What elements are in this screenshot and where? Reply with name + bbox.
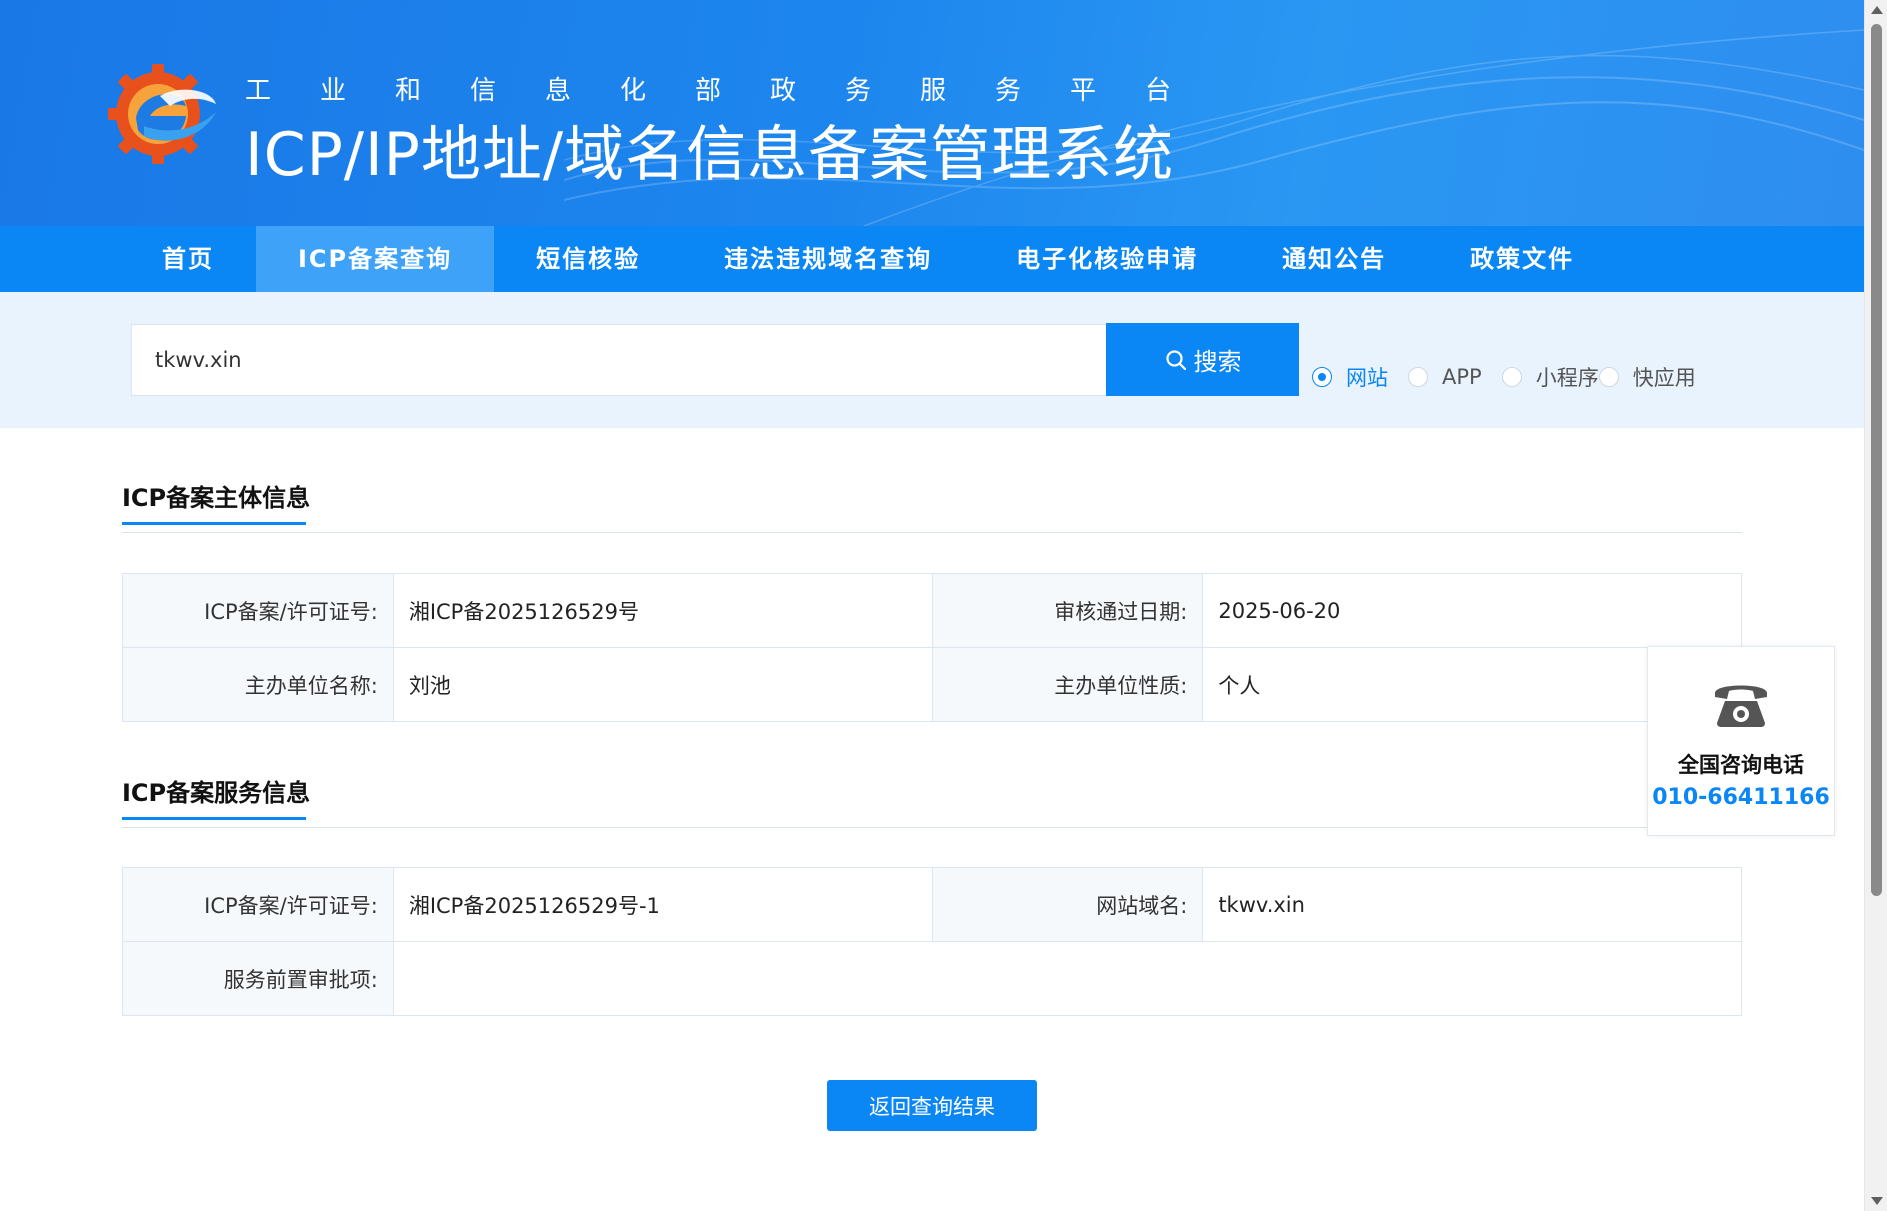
consult-hotline-panel[interactable]: 全国咨询电话 010-66411166 xyxy=(1647,646,1835,836)
radio-dot xyxy=(1312,367,1332,387)
scrollbar-thumb[interactable] xyxy=(1871,24,1882,896)
pre-approval-value xyxy=(392,941,1743,1016)
search-band: tkwv.xin 搜索 网站 APP 小程序 快应用 xyxy=(0,292,1864,428)
radio-dot xyxy=(1598,367,1619,387)
org-name-label: 主办单位名称: xyxy=(122,647,394,722)
nav-sms-verify[interactable]: 短信核验 xyxy=(494,226,682,292)
service-license-label: ICP备案/许可证号: xyxy=(122,867,394,942)
search-button-label: 搜索 xyxy=(1193,348,1242,376)
nav-notices[interactable]: 通知公告 xyxy=(1240,226,1428,292)
radio-quick-app[interactable]: 快应用 xyxy=(1598,362,1696,392)
scroll-down-arrow-icon[interactable] xyxy=(1871,1197,1883,1205)
radio-label: APP xyxy=(1442,365,1482,389)
nav-illegal-domain-query[interactable]: 违法违规域名查询 xyxy=(682,226,974,292)
domain-label: 网站域名: xyxy=(931,867,1204,942)
radio-website[interactable]: 网站 xyxy=(1312,362,1388,392)
radio-mini-program[interactable]: 小程序 xyxy=(1501,362,1599,392)
header-subtitle: 工业和信息化部政务服务平台 xyxy=(245,76,1221,106)
section-divider xyxy=(122,827,1742,828)
nav-home[interactable]: 首页 xyxy=(120,226,256,292)
approval-date-value: 2025-06-20 xyxy=(1202,573,1742,648)
consult-label: 全国咨询电话 xyxy=(1678,753,1804,777)
radio-app[interactable]: APP xyxy=(1408,365,1482,389)
phone-icon xyxy=(1715,685,1767,727)
org-name-value: 刘池 xyxy=(392,647,933,722)
miit-logo-icon xyxy=(108,64,216,164)
search-input[interactable]: tkwv.xin xyxy=(131,324,1107,396)
scroll-up-arrow-icon[interactable] xyxy=(1871,6,1883,14)
subject-info-title: ICP备案主体信息 xyxy=(122,478,311,525)
license-value: 湘ICP备2025126529号 xyxy=(392,573,933,648)
search-icon xyxy=(1165,349,1186,370)
back-to-results-button[interactable]: 返回查询结果 xyxy=(827,1080,1037,1131)
license-label: ICP备案/许可证号: xyxy=(122,573,394,648)
table-row: ICP备案/许可证号: 湘ICP备2025126529号-1 网站域名: tkw… xyxy=(122,867,1742,942)
service-info-title-text: ICP备案服务信息 xyxy=(122,779,311,807)
nav-icp-query[interactable]: ICP备案查询 xyxy=(256,226,495,292)
service-info-table: ICP备案/许可证号: 湘ICP备2025126529号-1 网站域名: tkw… xyxy=(122,867,1743,1016)
main-nav: 首页 ICP备案查询 短信核验 违法违规域名查询 电子化核验申请 通知公告 政策… xyxy=(0,226,1864,292)
service-info-title: ICP备案服务信息 xyxy=(122,773,311,820)
table-row: 主办单位名称: 刘池 主办单位性质: 个人 xyxy=(122,647,1742,722)
radio-dot xyxy=(1408,367,1428,387)
query-type-radio-group: 网站 APP 小程序 快应用 xyxy=(1312,362,1716,392)
nav-electronic-verify[interactable]: 电子化核验申请 xyxy=(974,226,1240,292)
title-underline xyxy=(122,817,306,820)
org-type-label: 主办单位性质: xyxy=(931,647,1204,722)
nav-policy-docs[interactable]: 政策文件 xyxy=(1428,226,1616,292)
subject-info-table: ICP备案/许可证号: 湘ICP备2025126529号 审核通过日期: 202… xyxy=(122,573,1742,722)
radio-dot xyxy=(1501,367,1522,387)
title-underline xyxy=(122,522,306,525)
pre-approval-label: 服务前置审批项: xyxy=(122,941,394,1016)
header-title: ICP/IP地址/域名信息备案管理系统 xyxy=(245,120,1175,190)
vertical-scrollbar[interactable] xyxy=(1864,0,1887,1211)
search-button[interactable]: 搜索 xyxy=(1106,323,1299,396)
header-banner: 工业和信息化部政务服务平台 ICP/IP地址/域名信息备案管理系统 xyxy=(0,0,1864,226)
domain-value: tkwv.xin xyxy=(1202,867,1742,942)
section-divider xyxy=(122,532,1742,533)
table-row: ICP备案/许可证号: 湘ICP备2025126529号 审核通过日期: 202… xyxy=(122,573,1742,648)
table-row: 服务前置审批项: xyxy=(122,941,1743,1016)
radio-label: 网站 xyxy=(1346,366,1388,390)
subject-info-title-text: ICP备案主体信息 xyxy=(122,484,311,512)
radio-label: 小程序 xyxy=(1535,366,1599,390)
approval-date-label: 审核通过日期: xyxy=(931,573,1204,648)
consult-phone-number: 010-66411166 xyxy=(1652,785,1830,810)
radio-label: 快应用 xyxy=(1632,366,1696,390)
service-license-value: 湘ICP备2025126529号-1 xyxy=(392,867,933,942)
